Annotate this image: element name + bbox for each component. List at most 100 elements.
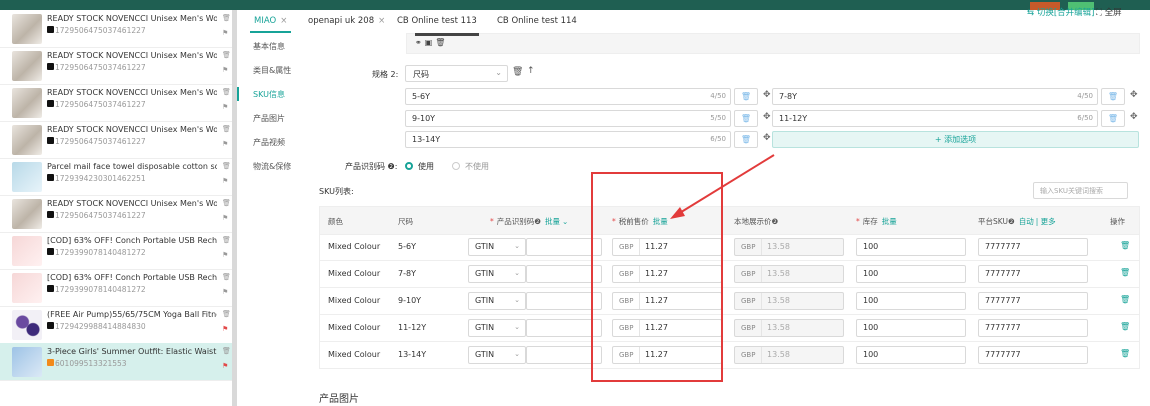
arrow-up-icon[interactable]: ↑ (527, 66, 535, 76)
identifier-type-select[interactable]: GTIN ⌄ (468, 292, 526, 310)
drag-handle-icon[interactable]: ✥ (763, 90, 771, 100)
trash-icon[interactable]: 🗑 (222, 236, 231, 244)
char-count: 5/50 (710, 114, 726, 122)
list-item[interactable]: READY STOCK NOVENCCI Unisex Men's Women.… (0, 47, 232, 85)
trash-icon[interactable]: 🗑 (222, 347, 231, 355)
trash-icon[interactable]: 🗑 (1120, 295, 1130, 304)
trash-icon[interactable]: 🗑 (222, 162, 231, 170)
stock-input[interactable]: 100 (856, 292, 966, 310)
sku-search-input[interactable]: 输入SKU关键词搜索 (1033, 182, 1128, 199)
option-input[interactable]: 5-6Y 4/50 (405, 88, 731, 105)
list-item[interactable]: READY STOCK NOVENCCI Unisex Men's Women.… (0, 195, 232, 233)
trash-icon[interactable]: 🗑 (734, 110, 758, 127)
trash-icon[interactable]: 🗑 (1120, 322, 1130, 331)
currency-prefix: GBP (741, 270, 756, 278)
link-icon[interactable]: ⚭ (415, 38, 425, 47)
product-thumbnail (12, 125, 42, 155)
list-item[interactable]: [COD] 63% OFF! Conch Portable USB Rechar… (0, 232, 232, 270)
flag-icon[interactable]: ⚑ (222, 288, 228, 296)
list-item[interactable]: Parcel mail face towel disposable cotton… (0, 158, 232, 196)
flag-icon[interactable]: ⚑ (222, 177, 228, 185)
batch-link[interactable]: 批量 (545, 217, 560, 226)
flag-icon[interactable]: ⚑ (222, 66, 228, 74)
nav-category-attributes[interactable]: 类目&属性 (253, 65, 291, 76)
flag-icon[interactable]: ⚑ (222, 140, 228, 148)
platform-sku-input[interactable]: 7777777 (978, 238, 1088, 256)
divider (761, 347, 762, 363)
list-item[interactable]: 3-Piece Girls' Summer Outfit: Elastic Wa… (0, 343, 232, 381)
platform-sku-input[interactable]: 7777777 (978, 346, 1088, 364)
trash-icon[interactable]: 🗑 (1101, 110, 1125, 127)
flag-icon[interactable]: ⚑ (222, 362, 228, 370)
trash-icon[interactable]: 🗑 (222, 199, 231, 207)
flag-icon[interactable]: ⚑ (222, 214, 228, 222)
identifier-type-select[interactable]: GTIN ⌄ (468, 319, 526, 337)
nav-logistics-warranty[interactable]: 物流&保修 (253, 161, 291, 172)
option-input[interactable]: 13-14Y 6/50 (405, 131, 731, 148)
flag-icon[interactable]: ⚑ (222, 325, 228, 333)
tab-miao[interactable]: MIAO × (249, 16, 292, 33)
stock-input[interactable]: 100 (856, 238, 966, 256)
platform-sku-input[interactable]: 7777777 (978, 319, 1088, 337)
identifier-type-select[interactable]: GTIN ⌄ (468, 238, 526, 256)
flag-icon[interactable]: ⚑ (222, 103, 228, 111)
stock-input[interactable]: 100 (856, 319, 966, 337)
nav-product-video[interactable]: 产品视频 (253, 137, 285, 148)
drag-handle-icon[interactable]: ✥ (763, 112, 771, 122)
trash-icon[interactable]: 🗑 (1120, 349, 1130, 358)
list-item[interactable]: READY STOCK NOVENCCI Unisex Men's Women.… (0, 84, 232, 122)
batch-link[interactable]: 批量 (882, 217, 897, 226)
trash-icon[interactable]: 🗑 (734, 88, 758, 105)
trash-icon[interactable]: 🗑 (1120, 241, 1130, 250)
tab-cb-online-test-113[interactable]: CB Online test 113 (397, 16, 477, 26)
option-input[interactable]: 7-8Y 4/50 (772, 88, 1098, 105)
option-input[interactable]: 9-10Y 5/50 (405, 110, 731, 127)
trash-icon[interactable]: 🗑 (512, 67, 523, 77)
drag-handle-icon[interactable]: ✥ (763, 133, 771, 143)
trash-icon[interactable]: 🗑 (222, 14, 231, 22)
trash-icon[interactable]: 🗑 (222, 51, 231, 59)
flag-icon[interactable]: ⚑ (222, 29, 228, 37)
list-item[interactable]: READY STOCK NOVENCCI Unisex Men's Women.… (0, 121, 232, 159)
more-link[interactable]: | 更多 (1036, 217, 1056, 226)
option-input[interactable]: 11-12Y 6/50 (772, 110, 1098, 127)
drag-handle-icon[interactable]: ✥ (1130, 90, 1138, 100)
product-thumbnail (12, 310, 42, 340)
add-option-button[interactable]: + 添加选项 (772, 131, 1139, 148)
switch-merge-edit-button[interactable]: ⇆ 切换[合并编辑] (1027, 6, 1094, 18)
trash-icon[interactable]: 🗑 (1101, 88, 1125, 105)
drag-handle-icon[interactable]: ✥ (1130, 112, 1138, 122)
trash-icon[interactable]: 🗑 (435, 38, 448, 47)
nav-sku-info[interactable]: SKU信息 (253, 89, 285, 100)
trash-icon[interactable]: 🗑 (222, 125, 231, 133)
image-icon[interactable]: ▣ (425, 38, 436, 47)
close-icon[interactable]: × (378, 16, 385, 26)
tab-cb-online-test-114[interactable]: CB Online test 114 (497, 16, 577, 26)
list-item[interactable]: [COD] 63% OFF! Conch Portable USB Rechar… (0, 269, 232, 307)
tab-openapi-uk-208[interactable]: openapi uk 208 × (308, 16, 385, 26)
trash-icon[interactable]: 🗑 (222, 88, 231, 96)
platform-sku-input[interactable]: 7777777 (978, 265, 1088, 283)
nav-basic-info[interactable]: 基本信息 (253, 41, 285, 52)
stock-input[interactable]: 100 (856, 265, 966, 283)
auto-link[interactable]: 自动 (1019, 217, 1034, 226)
trash-icon[interactable]: 🗑 (222, 273, 231, 281)
identifier-type-select[interactable]: GTIN ⌄ (468, 346, 526, 364)
radio-no-use[interactable]: 不使用 (452, 161, 489, 172)
platform-sku-input[interactable]: 7777777 (978, 292, 1088, 310)
trash-icon[interactable]: 🗑 (1120, 268, 1130, 277)
close-icon[interactable]: × (280, 16, 287, 26)
list-item[interactable]: READY STOCK NOVENCCI Unisex Men's Women.… (0, 10, 232, 48)
identifier-type-select[interactable]: GTIN ⌄ (468, 265, 526, 283)
radio-use[interactable]: 使用 (405, 161, 434, 172)
stock-input[interactable]: 100 (856, 346, 966, 364)
fullscreen-button[interactable]: ⛶ 全屏 (1096, 6, 1122, 18)
trash-icon[interactable]: 🗑 (222, 310, 231, 318)
tab-label: openapi uk 208 (308, 16, 375, 26)
color-cell: Mixed Colour (328, 296, 381, 305)
flag-icon[interactable]: ⚑ (222, 251, 228, 259)
nav-product-images[interactable]: 产品图片 (253, 113, 285, 124)
spec2-select[interactable]: 尺码 ⌄ (405, 65, 508, 82)
list-item[interactable]: (FREE Air Pump)55/65/75CM Yoga Ball Fitn… (0, 306, 232, 344)
trash-icon[interactable]: 🗑 (734, 131, 758, 148)
